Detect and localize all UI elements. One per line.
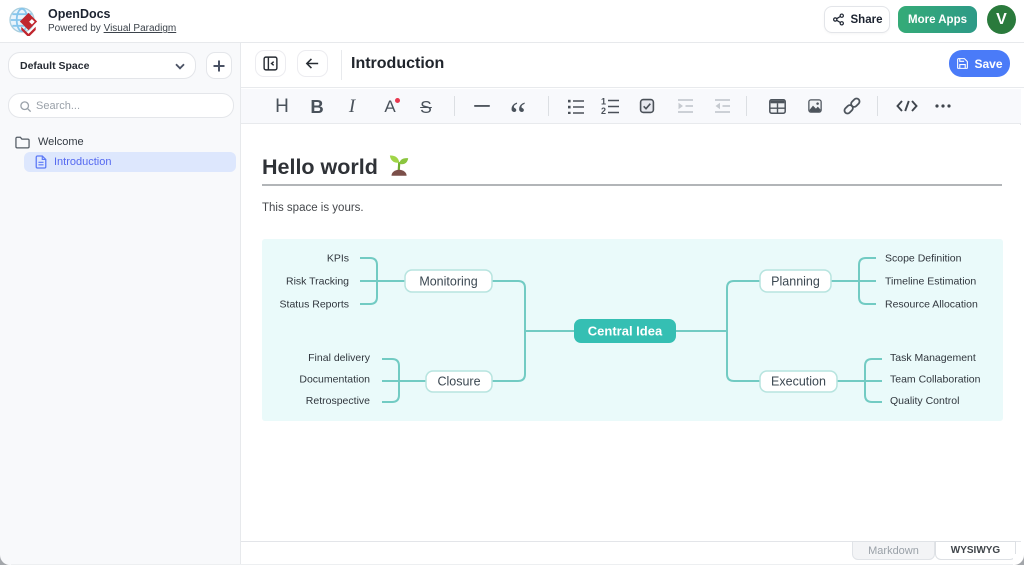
svg-text:2: 2 — [601, 106, 606, 114]
svg-text:Team Collaboration: Team Collaboration — [890, 374, 981, 386]
svg-text:Central Idea: Central Idea — [588, 324, 663, 339]
svg-text:Risk Tracking: Risk Tracking — [286, 276, 349, 288]
svg-text:Monitoring: Monitoring — [419, 275, 477, 289]
svg-text:Closure: Closure — [437, 375, 480, 389]
svg-text:Documentation: Documentation — [299, 374, 370, 386]
svg-text:Quality Control: Quality Control — [890, 395, 959, 407]
svg-text:Retrospective: Retrospective — [306, 395, 370, 407]
svg-text:Planning: Planning — [771, 275, 820, 289]
svg-text:Timeline Estimation: Timeline Estimation — [885, 276, 976, 288]
svg-text:Scope Definition: Scope Definition — [885, 253, 962, 265]
svg-text:Execution: Execution — [771, 375, 826, 389]
svg-text:Task Management: Task Management — [890, 352, 976, 364]
svg-text:Final delivery: Final delivery — [308, 352, 371, 364]
svg-text:KPIs: KPIs — [327, 253, 349, 265]
svg-text:Resource Allocation: Resource Allocation — [885, 299, 978, 311]
svg-text:Status Reports: Status Reports — [280, 299, 349, 311]
